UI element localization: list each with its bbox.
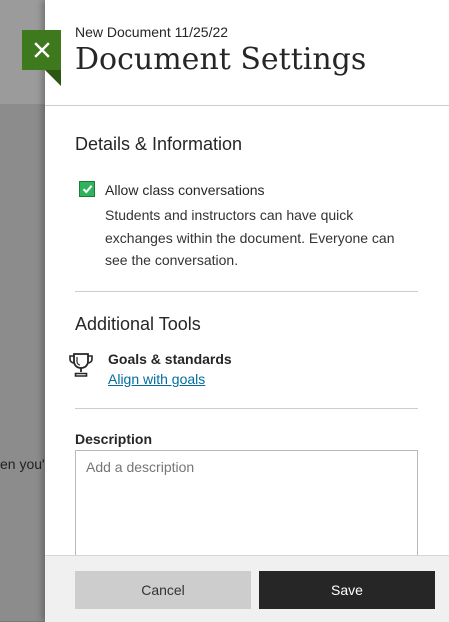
align-with-goals-link[interactable]: Align with goals bbox=[108, 371, 205, 387]
checkmark-icon bbox=[82, 185, 92, 194]
page-backdrop: en you' bbox=[0, 0, 45, 621]
section-divider bbox=[75, 408, 418, 409]
tools-section-title: Additional Tools bbox=[75, 314, 201, 334]
goals-title: Goals & standards bbox=[108, 351, 232, 367]
section-divider bbox=[75, 291, 418, 292]
panel-header: New Document 11/25/22 Document Settings bbox=[75, 20, 449, 77]
settings-panel: New Document 11/25/22 Document Settings … bbox=[45, 0, 449, 622]
panel-footer: Cancel Save bbox=[45, 555, 449, 622]
description-label: Description bbox=[75, 431, 153, 447]
allow-conversations-label[interactable]: Allow class conversations bbox=[105, 182, 265, 198]
close-button-fold bbox=[45, 70, 61, 86]
close-button[interactable] bbox=[22, 30, 61, 70]
page-title: Document Settings bbox=[75, 42, 367, 77]
allow-conversations-checkbox[interactable] bbox=[79, 181, 95, 197]
details-section-title: Details & Information bbox=[75, 134, 243, 154]
close-icon bbox=[33, 42, 50, 58]
save-button[interactable]: Save bbox=[259, 571, 435, 609]
allow-conversations-description: Students and instructors can have quick … bbox=[105, 207, 395, 268]
document-name: New Document 11/25/22 bbox=[75, 24, 229, 40]
trophy-icon bbox=[69, 353, 93, 377]
header-divider bbox=[45, 105, 449, 106]
cancel-button[interactable]: Cancel bbox=[75, 571, 251, 609]
backdrop-partial-text: en you' bbox=[0, 456, 45, 472]
